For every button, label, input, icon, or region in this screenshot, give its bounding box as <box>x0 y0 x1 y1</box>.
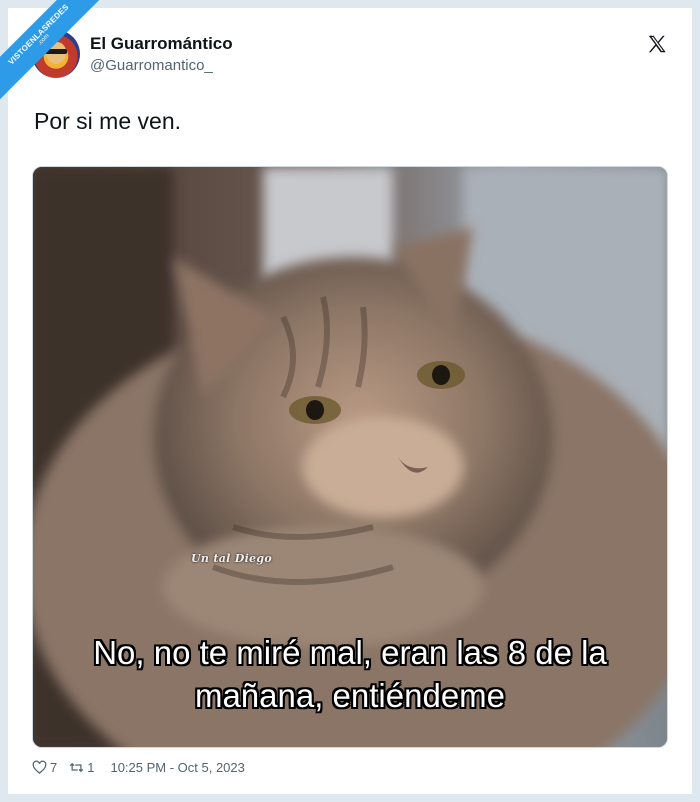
heart-icon <box>32 760 47 774</box>
image-signature: Un tal Diego <box>191 552 272 565</box>
author-names: El Guarromántico @Guarromantico_ <box>90 34 233 74</box>
display-name[interactable]: El Guarromántico <box>90 34 233 54</box>
tweet-timestamp[interactable]: 10:25 PM - Oct 5, 2023 <box>110 760 244 775</box>
like-count: 7 <box>50 760 58 775</box>
retweet-button[interactable]: 1 <box>69 760 94 775</box>
tweet-header: El Guarromántico @Guarromantico_ <box>32 30 233 78</box>
user-handle[interactable]: @Guarromantico_ <box>90 57 233 74</box>
image-caption: No, no te miré mal, eran las 8 de la mañ… <box>93 634 607 714</box>
retweet-icon <box>70 762 84 773</box>
tweet-media[interactable]: Un tal Diego No, no te miré mal, eran la… <box>32 166 668 748</box>
tweet-footer: 7 1 10:25 PM - Oct 5, 2023 <box>32 760 245 775</box>
like-button[interactable]: 7 <box>32 760 57 775</box>
x-logo-icon[interactable] <box>646 33 668 55</box>
tweet-text: Por si me ven. <box>34 108 181 134</box>
retweet-count: 1 <box>87 760 95 775</box>
